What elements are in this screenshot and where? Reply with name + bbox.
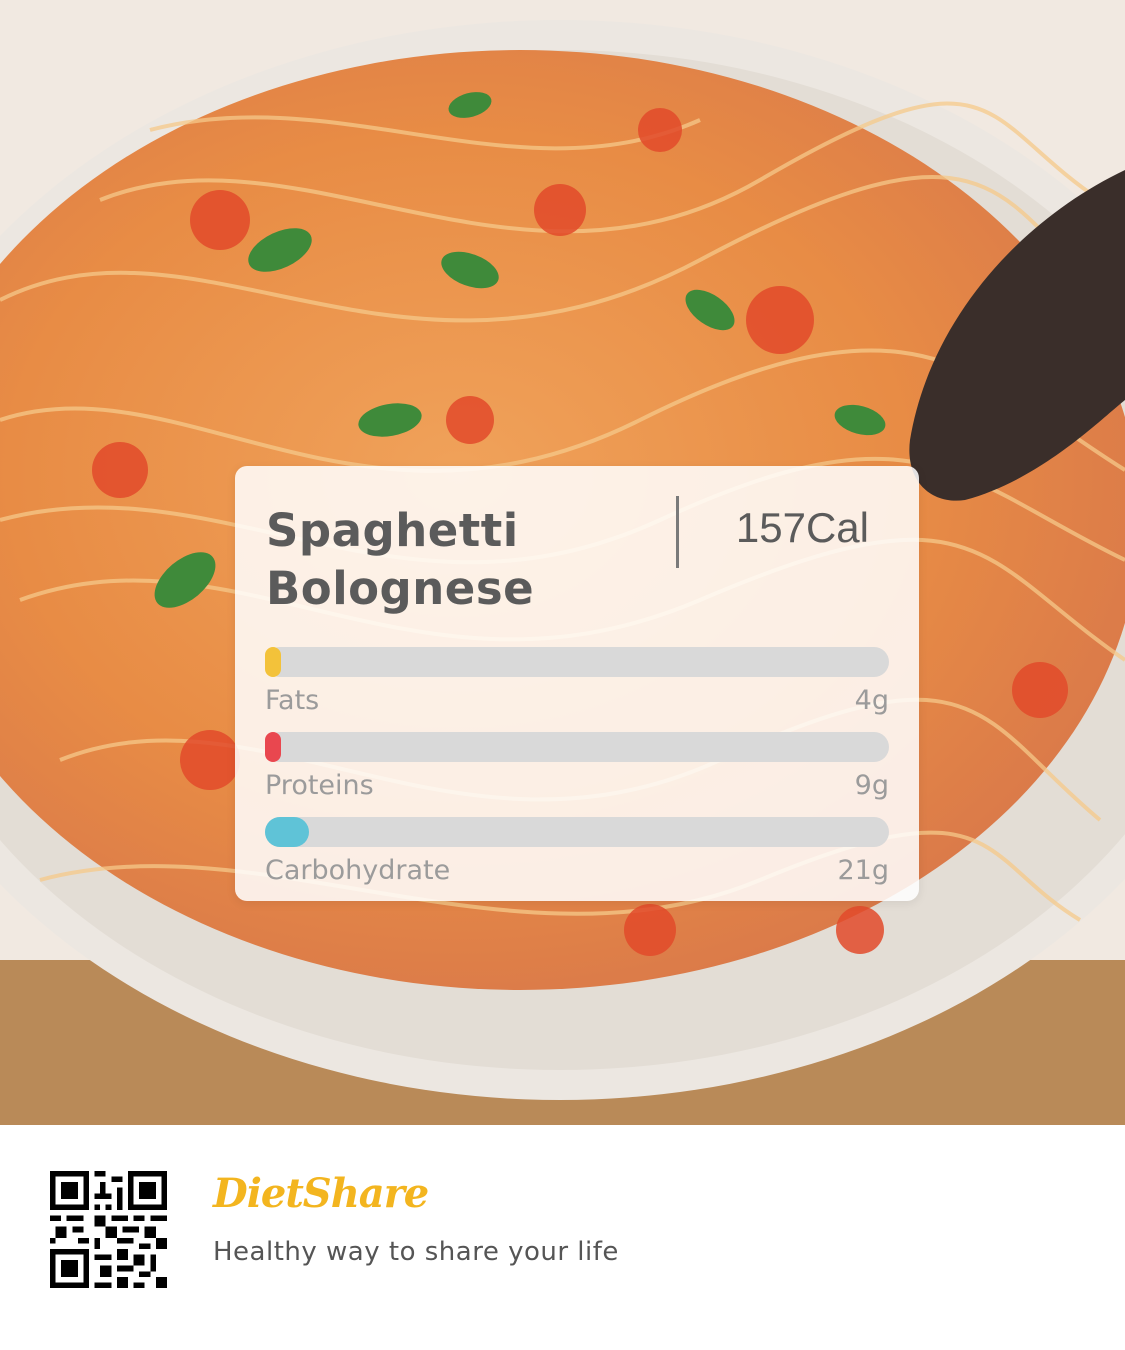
carbohydrate-bar-fill [265, 817, 309, 847]
proteins-value: 9g [854, 770, 889, 801]
qr-code-icon[interactable] [50, 1171, 167, 1288]
carbohydrate-bar-track [265, 817, 889, 847]
fats-value: 4g [854, 685, 889, 716]
proteins-label: Proteins [265, 770, 374, 801]
nutrient-proteins: Proteins 9g [265, 732, 889, 801]
fats-label: Fats [265, 685, 320, 716]
carbohydrate-label: Carbohydrate [265, 855, 451, 886]
carbohydrate-value: 21g [837, 855, 890, 886]
proteins-bar-fill [265, 732, 281, 762]
brand-logo: DietShare [213, 1170, 429, 1217]
proteins-bar-track [265, 732, 889, 762]
fats-bar-track [265, 647, 889, 677]
tagline: Healthy way to share your life [213, 1237, 619, 1267]
nutrient-carbohydrate: Carbohydrate 21g [265, 817, 889, 886]
calories-value: 157Cal [735, 504, 869, 551]
fats-bar-fill [265, 647, 281, 677]
nutrition-card: Spaghetti Bolognese 157Cal Fats 4g Prote… [235, 466, 919, 901]
nutrient-fats: Fats 4g [265, 647, 889, 716]
footer: DietShare Healthy way to share your life [0, 1125, 1125, 1350]
dish-name: Spaghetti Bolognese [266, 504, 535, 615]
title-divider [676, 496, 679, 568]
